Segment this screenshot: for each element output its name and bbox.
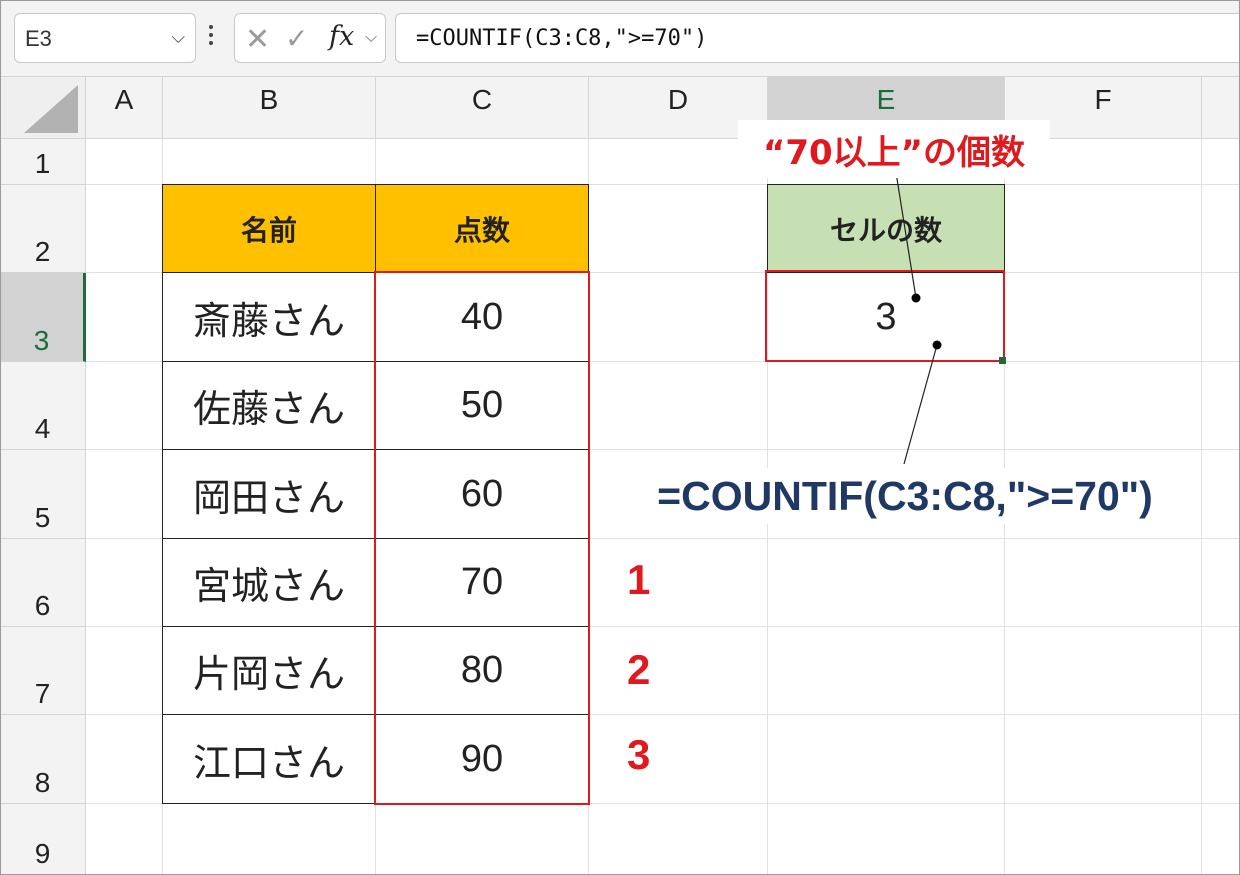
formula-annotation: =COUNTIF(C3:C8,">=70")	[612, 468, 1198, 524]
callout-label: “70以上”の個数	[738, 120, 1050, 178]
leader-lines	[893, 159, 942, 465]
